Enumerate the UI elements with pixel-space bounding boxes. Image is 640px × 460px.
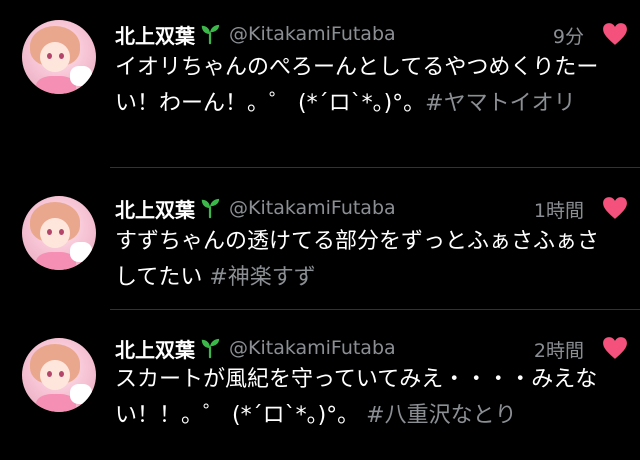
- heart-icon[interactable]: [602, 196, 628, 220]
- tweet-item[interactable]: 北上双葉 @KitakamiFutaba 9分 イオリちゃんのぺろーんとしてるや…: [0, 0, 640, 168]
- timeline-feed: 北上双葉 @KitakamiFutaba 9分 イオリちゃんのぺろーんとしてるや…: [0, 0, 640, 437]
- heart-icon[interactable]: [602, 336, 628, 360]
- display-name[interactable]: 北上双葉: [115, 194, 195, 223]
- tweet-header: 北上双葉 @KitakamiFutaba: [115, 334, 396, 362]
- tweet-text: スカートが風紀を守っていてみえ・・・・みえない！！。゜ (*´ロ`*。)°。 #…: [115, 362, 615, 434]
- hashtag-link[interactable]: #神楽すず: [209, 265, 315, 290]
- display-name[interactable]: 北上双葉: [115, 334, 195, 363]
- tweet-item[interactable]: 北上双葉 @KitakamiFutaba 1時間 すずちゃんの透けてる部分をずっ…: [0, 168, 640, 318]
- avatar[interactable]: [22, 338, 96, 412]
- tweet-timestamp[interactable]: 1時間: [534, 196, 584, 223]
- display-name[interactable]: 北上双葉: [115, 20, 195, 49]
- sprout-icon: [201, 198, 220, 219]
- tweet-text: すずちゃんの透けてる部分をずっとふぁさふぁさしてたい #神楽すず: [115, 224, 615, 296]
- heart-icon[interactable]: [602, 22, 628, 46]
- tweet-item[interactable]: 北上双葉 @KitakamiFutaba 2時間 スカートが風紀を守っていてみえ…: [0, 310, 640, 460]
- sprout-icon: [201, 24, 220, 45]
- tweet-timestamp[interactable]: 2時間: [534, 336, 584, 363]
- tweet-header: 北上双葉 @KitakamiFutaba: [115, 20, 396, 48]
- tweet-header: 北上双葉 @KitakamiFutaba: [115, 194, 396, 222]
- hashtag-link[interactable]: #ヤマトイオリ: [425, 91, 575, 116]
- tweet-body: すずちゃんの透けてる部分をずっとふぁさふぁさしてたい: [115, 229, 600, 290]
- avatar[interactable]: [22, 20, 96, 94]
- user-handle[interactable]: @KitakamiFutaba: [229, 197, 396, 219]
- user-handle[interactable]: @KitakamiFutaba: [229, 23, 396, 45]
- hashtag-link[interactable]: #八重沢なとり: [366, 403, 516, 428]
- sprout-icon: [201, 338, 220, 359]
- tweet-body: スカートが風紀を守っていてみえ・・・・みえない！！。゜ (*´ロ`*。)°。: [115, 367, 598, 428]
- tweet-timestamp[interactable]: 9分: [553, 22, 584, 49]
- avatar[interactable]: [22, 196, 96, 270]
- user-handle[interactable]: @KitakamiFutaba: [229, 337, 396, 359]
- tweet-text: イオリちゃんのぺろーんとしてるやつめくりたーい！わーん！。゜ (*´ロ`*。)°…: [115, 50, 615, 122]
